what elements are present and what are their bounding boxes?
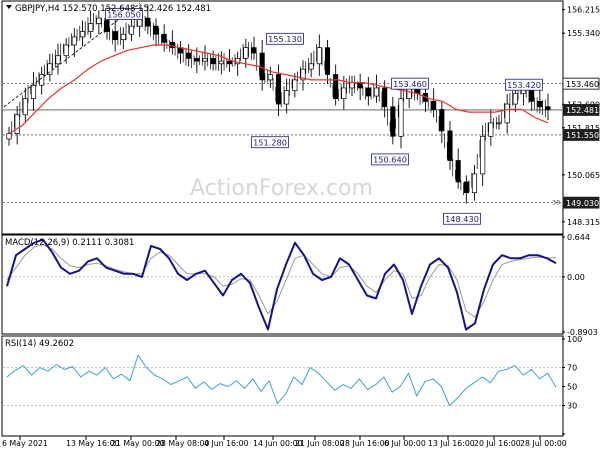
candle-body <box>226 60 233 65</box>
candle-body <box>55 55 61 65</box>
chart-window: 148.315150.065151.815152.690153.460155.3… <box>0 0 600 450</box>
price-annotation: 153.460 <box>391 77 429 90</box>
price-annotation: 155.130 <box>266 32 304 45</box>
candle-body <box>373 87 380 97</box>
candle-body <box>194 58 200 62</box>
candle-body <box>186 52 192 59</box>
candle-body <box>267 74 273 81</box>
time-axis-label: 28 May 08:00 <box>156 439 210 448</box>
candle-body <box>145 17 151 27</box>
time-axis-label: 20 Jul 16:00 <box>474 439 521 448</box>
candle-body <box>22 98 28 116</box>
candle-body <box>537 101 543 108</box>
candle-body <box>284 90 290 105</box>
price-annotation: 153.420 <box>505 78 543 91</box>
candle-body <box>504 103 510 124</box>
candle-body <box>308 63 314 70</box>
candle-body <box>218 60 224 65</box>
candle-body <box>39 74 45 86</box>
candle-body <box>398 98 404 137</box>
time-axis-label: 28 Jul 00:00 <box>520 439 567 448</box>
price-axis-label: 151.550 <box>566 131 599 140</box>
price-y-tick-label: 148.315 <box>567 218 600 227</box>
rsi-y-tick-label: 70 <box>567 364 577 373</box>
candle-body <box>324 47 331 75</box>
candle-body <box>128 25 135 35</box>
price-annotation-label: 153.460 <box>393 79 427 89</box>
candle-body <box>545 106 551 110</box>
macd-y-tick-label: 0.644 <box>567 233 590 242</box>
time-axis-label: 6 Jul 00:00 <box>384 439 426 448</box>
candle-body <box>251 47 257 54</box>
candle-body <box>30 84 37 100</box>
candle-body <box>357 82 363 89</box>
candle-body <box>496 122 502 125</box>
price-annotation-label: 150.640 <box>373 155 407 165</box>
price-annotation-label: 151.280 <box>253 138 287 148</box>
candle-body <box>259 52 265 81</box>
candle-body <box>96 17 102 24</box>
candle-body <box>210 58 216 65</box>
time-axis-label: 13 Jul 16:00 <box>428 439 475 448</box>
candle-body <box>390 106 396 137</box>
price-axis-label: 153.460 <box>566 80 599 89</box>
candle-body <box>112 31 118 40</box>
time-axis-label: 28 Jun 16:00 <box>340 439 390 448</box>
price-annotation-label: 155.130 <box>268 34 302 44</box>
watermark: ActionForex.com <box>190 176 373 201</box>
rsi-y-tick-label: 50 <box>567 383 577 392</box>
candle-body <box>292 79 298 91</box>
candle-body <box>488 122 494 137</box>
candle-body <box>341 87 347 100</box>
candle-body <box>349 82 355 89</box>
price-y-tick-label: 155.340 <box>567 29 600 38</box>
chart-svg: 148.315150.065151.815152.690153.460155.3… <box>0 0 600 450</box>
candle-body <box>463 181 469 194</box>
time-axis-label: 21 Jun 08:00 <box>295 439 345 448</box>
price-annotation-label: 153.420 <box>507 80 541 90</box>
candle-body <box>471 173 478 194</box>
candle-body <box>439 109 445 132</box>
price-annotation-label: 148.430 <box>445 214 479 224</box>
price-annotation: 151.280 <box>251 136 289 149</box>
candle-body <box>153 25 159 35</box>
rsi-title: RSI(14) 49.2602 <box>5 339 74 349</box>
candle-body <box>71 36 77 46</box>
price-axis-label: 152.481 <box>566 106 599 115</box>
price-annotation: 150.640 <box>371 153 409 166</box>
price-axis-label: 149.030 <box>566 199 599 208</box>
candle-body <box>512 92 518 105</box>
candle-body <box>243 47 249 59</box>
candle-body <box>447 130 453 161</box>
candle-body <box>6 133 12 140</box>
candle-body <box>120 33 126 40</box>
candle-body <box>88 23 94 32</box>
candle-body <box>480 135 486 175</box>
candle-body <box>406 87 412 100</box>
macd-y-tick-label: 0.00 <box>567 273 585 282</box>
candle-body <box>382 87 388 108</box>
candle-body <box>431 101 437 110</box>
candle-body <box>455 160 461 183</box>
candle-body <box>14 114 20 134</box>
price-y-tick-label: 150.065 <box>567 171 600 180</box>
rsi-y-tick-label: 100 <box>567 335 582 344</box>
time-axis-label: 6 May 2021 <box>2 439 48 448</box>
price-header: GBPJPY,H4 152.570 152.648 152.426 152.48… <box>15 4 211 14</box>
candle-body <box>333 74 339 100</box>
candle-body <box>161 33 167 43</box>
candle-body <box>202 58 208 62</box>
candle-body <box>275 74 282 105</box>
price-annotation: 148.430 <box>443 212 481 225</box>
rsi-y-tick-label: 30 <box>567 402 577 411</box>
candle-body <box>316 47 322 65</box>
macd-title: MACD(12,26,9) 0.2111 0.3081 <box>5 238 134 248</box>
time-axis-label: 4 Jun 16:00 <box>204 439 249 448</box>
candle-body <box>63 44 69 57</box>
candle-body <box>365 87 371 97</box>
candle-body <box>79 31 86 38</box>
price-y-tick-label: 156.215 <box>567 6 600 15</box>
